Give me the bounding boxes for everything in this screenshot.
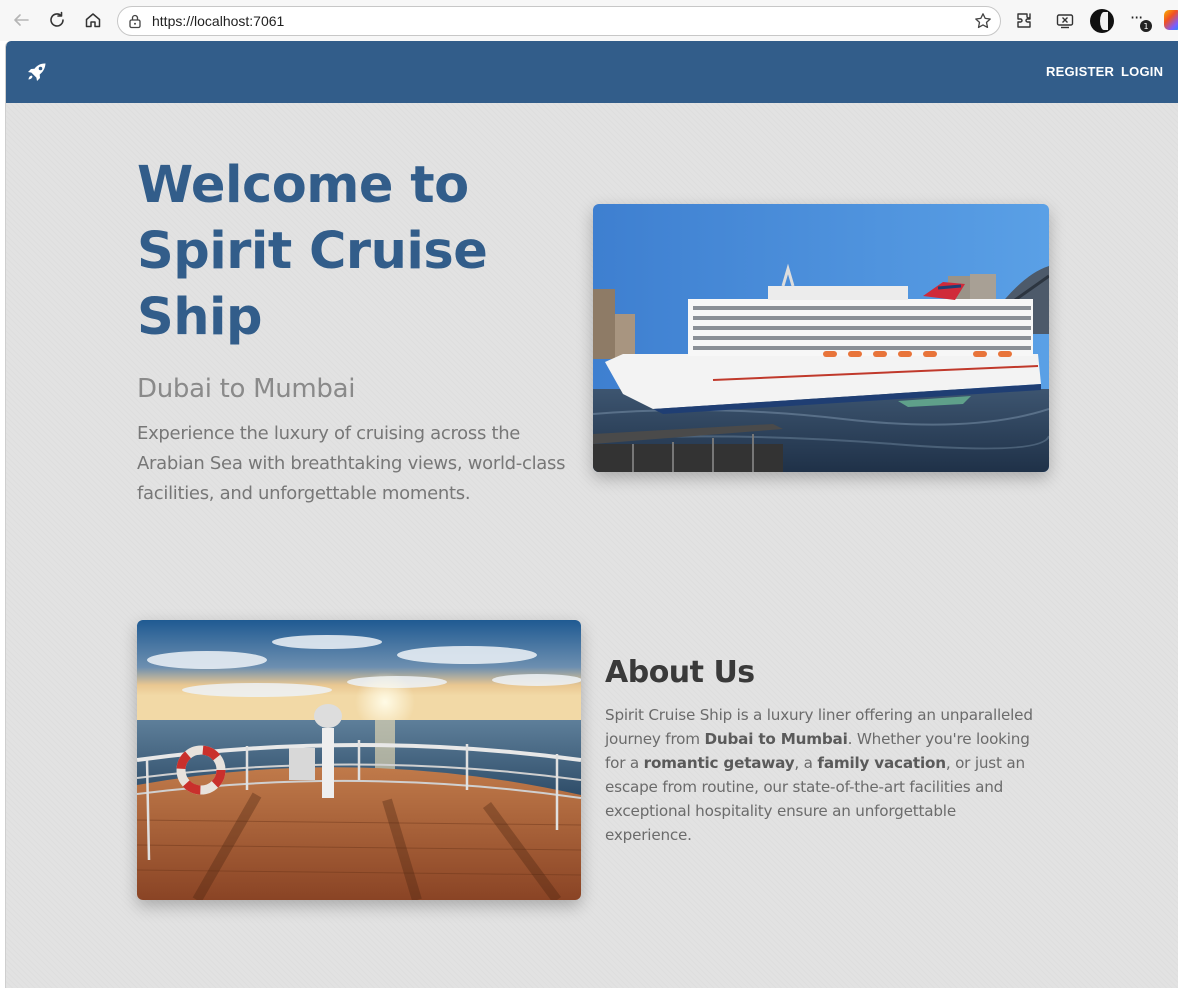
copilot-icon[interactable]: [1164, 10, 1178, 30]
about-text-part: , a: [794, 754, 818, 772]
hero-title: Welcome to Spirit Cruise Ship: [137, 156, 488, 347]
about-text-bold-route: Dubai to Mumbai: [704, 730, 848, 748]
home-icon[interactable]: [83, 10, 103, 30]
address-bar[interactable]: https://localhost:7061: [117, 6, 1001, 36]
login-link[interactable]: LOGIN: [1121, 64, 1163, 79]
register-link[interactable]: REGISTER: [1046, 64, 1114, 79]
site-navbar: REGISTER LOGIN: [6, 41, 1178, 103]
cruise-ship-image: [593, 204, 1049, 472]
about-us-text: Spirit Cruise Ship is a luxury liner off…: [605, 703, 1045, 847]
notification-badge: 1: [1140, 20, 1152, 32]
profile-avatar[interactable]: [1090, 9, 1114, 33]
about-us-heading: About Us: [605, 655, 755, 690]
back-icon[interactable]: [11, 10, 31, 30]
browser-toolbar: https://localhost:7061 ··· 1: [0, 0, 1178, 41]
url-text[interactable]: https://localhost:7061: [152, 13, 284, 29]
extensions-icon[interactable]: [1014, 10, 1036, 32]
about-text-bold-romantic: romantic getaway: [643, 754, 795, 772]
hero-route-subtitle: Dubai to Mumbai: [137, 374, 356, 404]
favorite-star-icon[interactable]: [974, 12, 992, 30]
screen-cast-icon[interactable]: [1054, 10, 1076, 32]
reload-icon[interactable]: [47, 10, 67, 30]
rocket-icon[interactable]: [25, 60, 49, 84]
page-viewport: REGISTER LOGIN Welcome to Spirit Cruise …: [5, 41, 1178, 988]
lock-icon[interactable]: [127, 13, 143, 29]
hero-description: Experience the luxury of cruising across…: [137, 423, 566, 504]
about-text-bold-family: family vacation: [817, 754, 946, 772]
ship-deck-sunset-image: [137, 620, 581, 900]
